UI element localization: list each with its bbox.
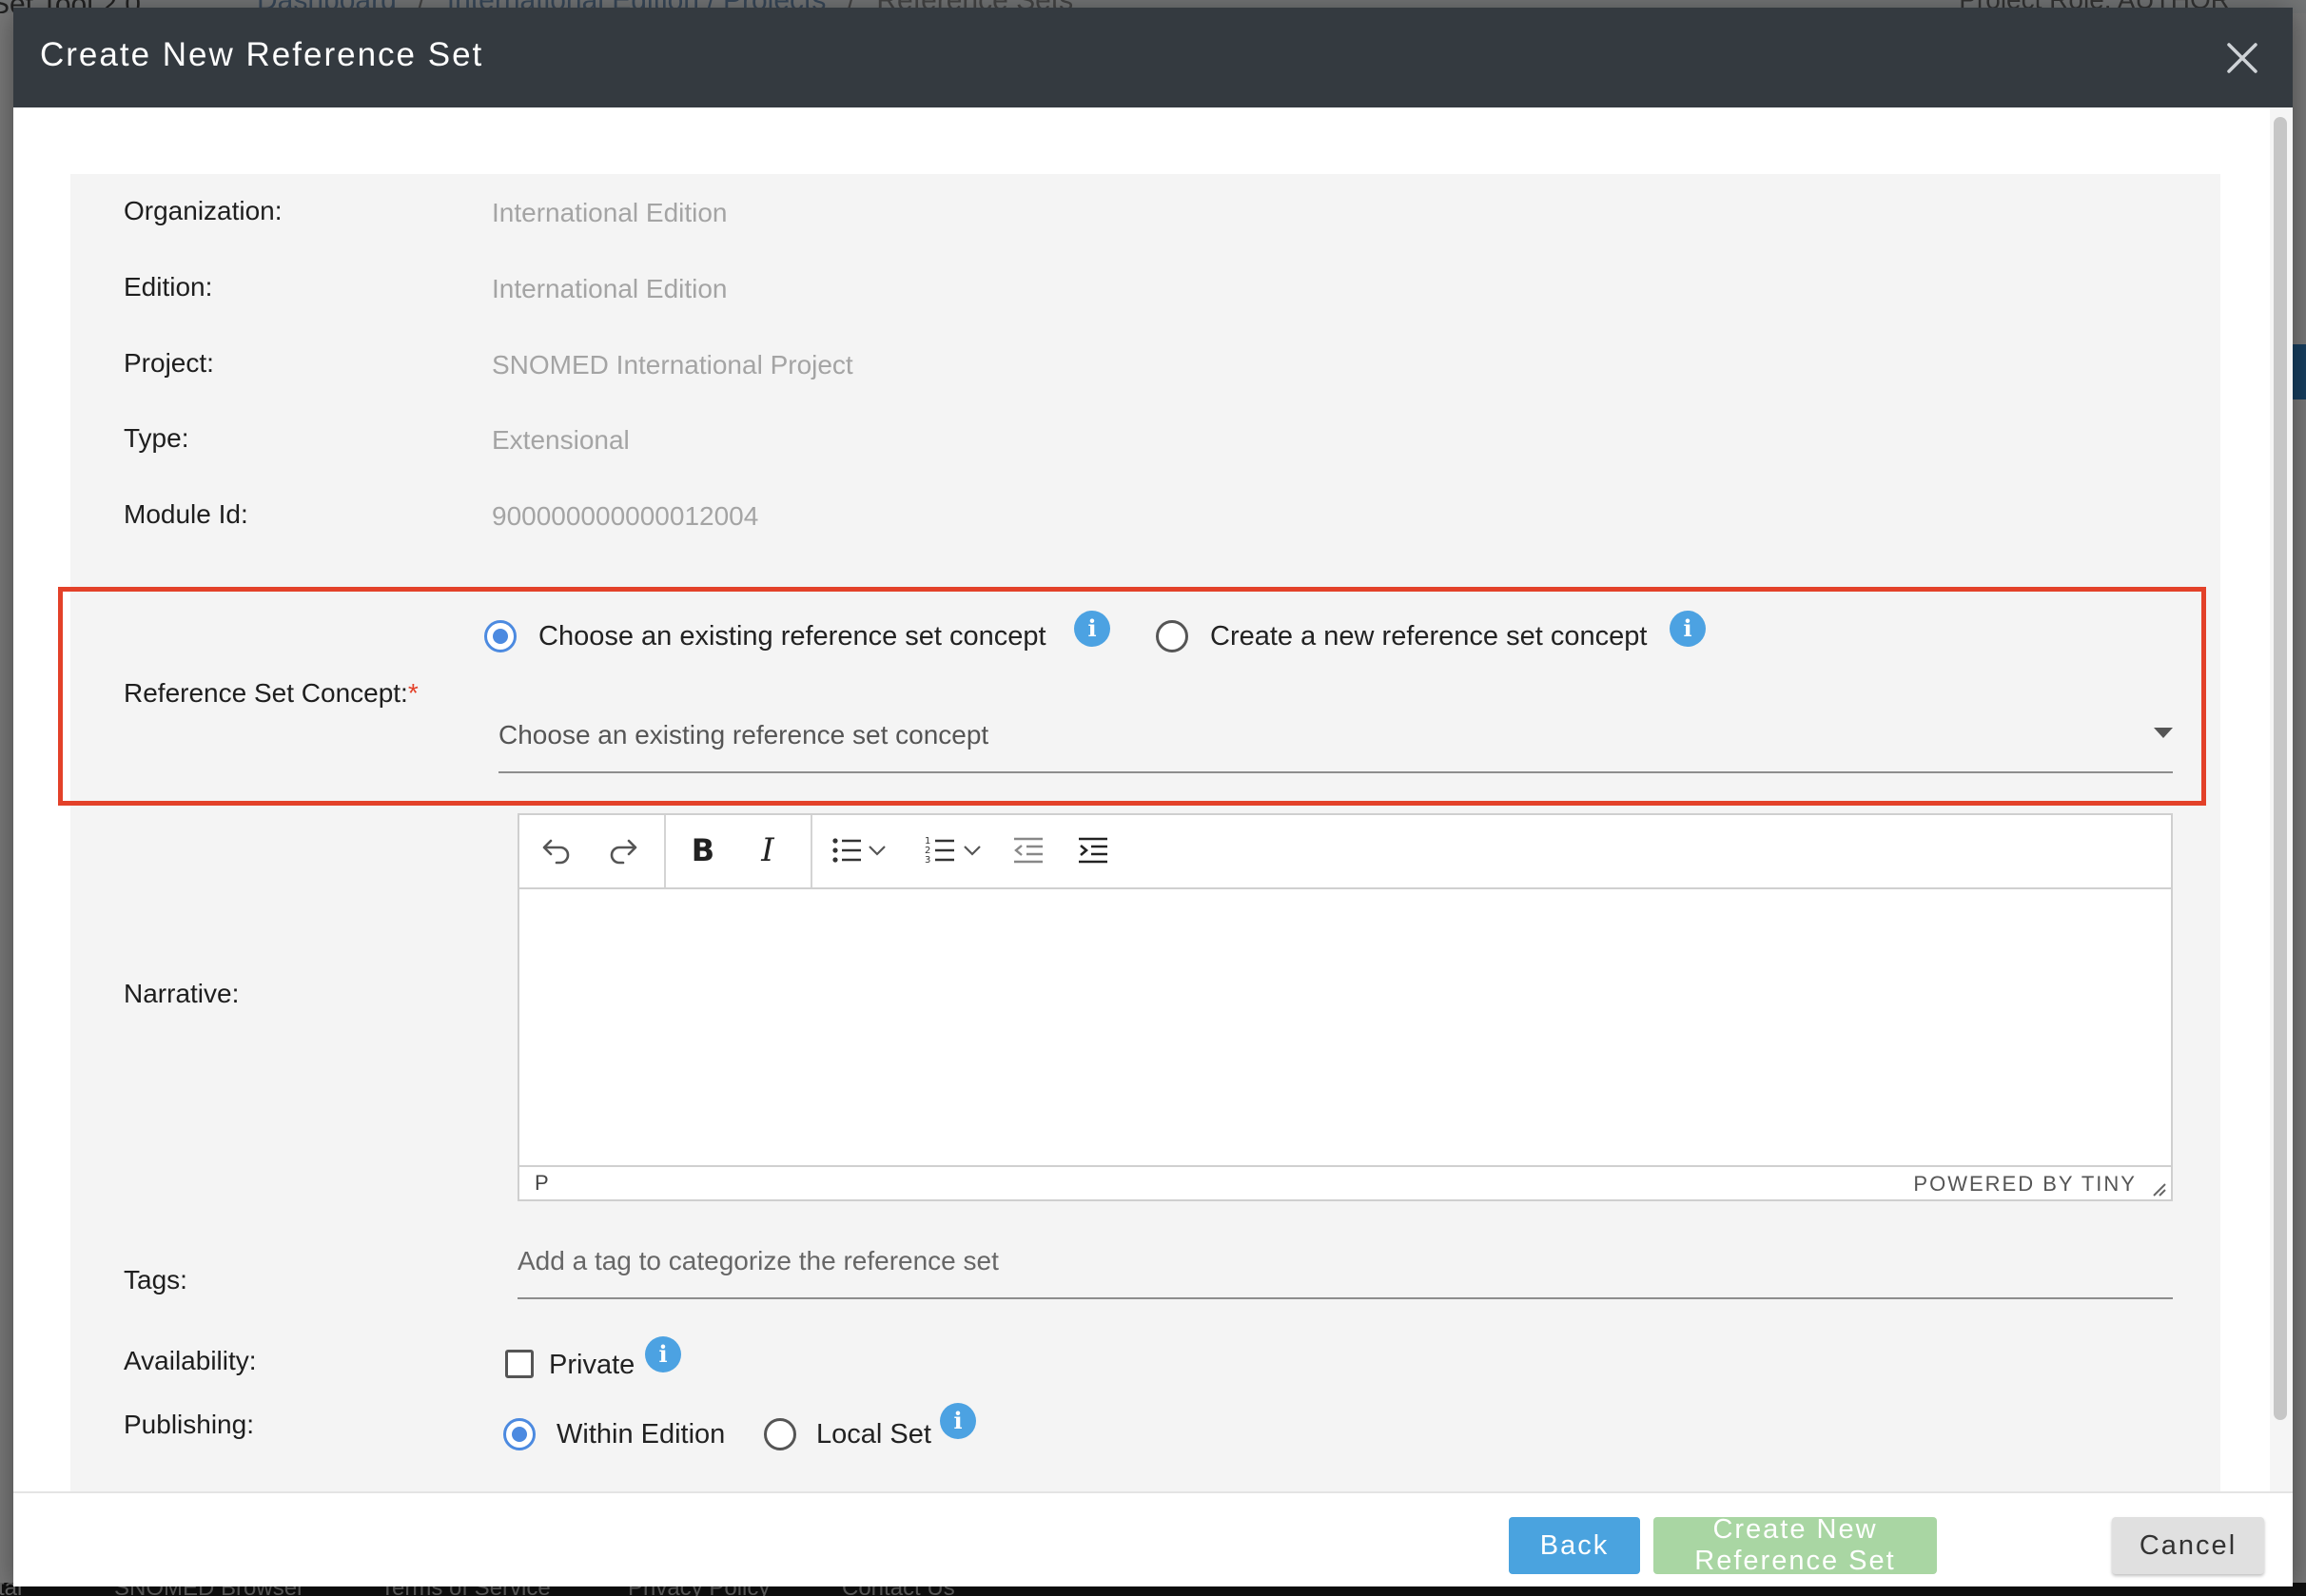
undo-icon [542,839,570,865]
refset-concept-select[interactable]: Choose an existing reference set concept [498,709,2173,773]
info-icon[interactable]: i [1670,611,1706,647]
modal-scrollbar[interactable] [2270,107,2293,1491]
create-reference-set-button[interactable]: Create New Reference Set [1653,1514,1937,1576]
outdent-icon [1014,837,1043,864]
new-concept-label[interactable]: Create a new reference set concept [1210,621,1647,652]
required-mark: * [407,678,419,708]
edition-label: Edition: [124,272,213,302]
italic-icon: I [761,831,774,869]
toolbar-group-history [519,815,666,887]
numbered-list-button[interactable]: 123 [919,828,963,872]
numbered-list-icon: 123 [925,836,954,866]
organization-value: International Edition [492,198,728,227]
publishing-label: Publishing: [124,1410,254,1439]
undo-button[interactable] [535,828,578,872]
chevron-down-icon [964,846,981,856]
bullet-list-dropdown[interactable] [866,828,889,872]
editor-statusbar: P POWERED BY TINY [519,1165,2171,1199]
cancel-button[interactable]: Cancel [2112,1517,2264,1574]
redo-button[interactable] [601,828,645,872]
modal-header: Create New Reference Set [13,8,2293,107]
scrollbar-thumb[interactable] [2274,117,2287,1420]
svg-text:3: 3 [925,855,930,866]
narrative-label: Narrative: [124,979,240,1008]
chevron-down-icon [869,846,886,856]
private-checkbox[interactable] [505,1350,534,1378]
close-icon [2227,43,2257,73]
module-id-value: 900000000000012004 [492,501,759,531]
toolbar-group-format: B I [664,815,812,887]
bold-icon: B [691,832,715,868]
create-reference-set-modal: Create New Reference Set Organization: I… [13,8,2293,1586]
refset-concept-select-placeholder: Choose an existing reference set concept [498,720,989,749]
module-id-label: Module Id: [124,499,248,529]
powered-by-tiny-link[interactable]: POWERED BY TINY [1913,1172,2137,1197]
info-icon[interactable]: i [645,1336,681,1372]
modal-footer: Back Create New Reference Set Cancel [13,1491,2293,1586]
edition-value: International Edition [492,274,728,303]
existing-concept-label[interactable]: Choose an existing reference set concept [538,621,1046,652]
new-concept-radio[interactable] [1156,620,1188,652]
tags-input[interactable]: Add a tag to categorize the reference se… [518,1235,2173,1299]
existing-concept-radio[interactable] [484,620,517,652]
organization-label: Organization: [124,196,283,225]
availability-label: Availability: [124,1346,257,1375]
bullet-list-button[interactable] [826,828,870,872]
element-path[interactable]: P [535,1171,549,1196]
project-value: SNOMED International Project [492,350,853,380]
local-set-radio[interactable] [764,1418,796,1450]
modal-body: Organization: International Edition Edit… [13,107,2293,1506]
within-edition-radio[interactable] [503,1418,536,1450]
resize-handle-icon[interactable] [2150,1180,2167,1197]
info-icon[interactable]: i [1074,611,1110,647]
refset-concept-label-text: Reference Set Concept: [124,678,408,708]
local-set-label[interactable]: Local Set [816,1419,931,1450]
modal-title: Create New Reference Set [40,36,484,73]
editor-toolbar: B I 123 [519,815,2171,889]
caret-down-icon [2154,728,2173,738]
within-edition-label[interactable]: Within Edition [557,1419,725,1450]
type-value: Extensional [492,425,630,455]
indent-icon [1079,837,1107,864]
refset-concept-label: Reference Set Concept:* [124,678,419,709]
italic-button[interactable]: I [746,828,790,872]
indent-button[interactable] [1071,828,1115,872]
project-label: Project: [124,348,214,378]
numbered-list-dropdown[interactable] [961,828,984,872]
bullet-list-icon [832,838,861,863]
tags-placeholder: Add a tag to categorize the reference se… [518,1246,999,1275]
info-icon[interactable]: i [940,1403,976,1439]
close-button[interactable] [2209,25,2276,91]
back-button[interactable]: Back [1509,1517,1640,1574]
redo-icon [610,839,637,865]
bold-button[interactable]: B [681,828,725,872]
tags-label: Tags: [124,1265,187,1294]
narrative-editor: B I 123 P POWERED BY TINY [518,813,2173,1201]
type-label: Type: [124,423,189,453]
private-label[interactable]: Private [549,1350,635,1381]
narrative-textarea[interactable] [519,889,2171,1156]
outdent-button[interactable] [1006,828,1050,872]
